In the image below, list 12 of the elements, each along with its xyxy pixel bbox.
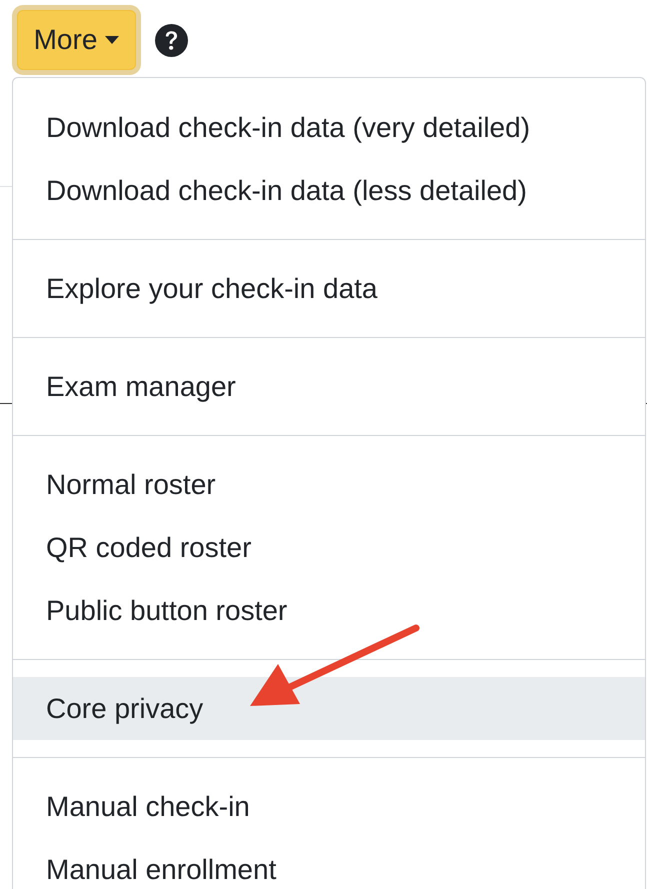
menu-item[interactable]: Manual check-in [13, 775, 645, 838]
help-icon[interactable] [155, 24, 188, 56]
menu-item[interactable]: Explore your check-in data [13, 257, 645, 320]
menu-item[interactable]: Download check-in data (very detailed) [13, 96, 645, 159]
menu-item[interactable]: Public button roster [13, 579, 645, 642]
menu-item[interactable]: Core privacy [13, 677, 645, 740]
menu-item[interactable]: Download check-in data (less detailed) [13, 159, 645, 222]
menu-item[interactable]: QR coded roster [13, 516, 645, 579]
menu-item[interactable]: Manual enrollment [13, 838, 645, 889]
caret-icon [105, 36, 120, 44]
menu-item[interactable]: Normal roster [13, 453, 645, 516]
menu-item[interactable]: Exam manager [13, 355, 645, 418]
